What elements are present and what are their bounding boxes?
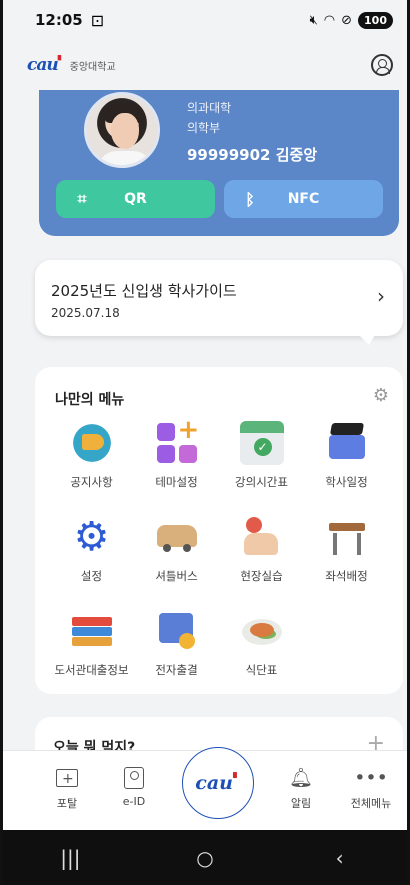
notice-date: 2025.07.18 <box>51 306 120 320</box>
menu-item-label: 셔틀버스 <box>155 569 198 583</box>
menu-item-meal[interactable]: 식단표 <box>219 605 304 691</box>
menu-item-notice[interactable]: 공지사항 <box>49 417 134 503</box>
menu-item-label: 식단표 <box>245 663 278 677</box>
desk-icon <box>325 515 369 559</box>
logo-mark: cau▘ <box>27 55 65 75</box>
my-menu-title: 나만의 메뉴 <box>55 392 125 408</box>
notice-title: 2025년도 신입생 학사가이드 <box>51 282 237 300</box>
menu-item-label: 현장실습 <box>240 569 283 583</box>
logo-mark-text: cau <box>27 55 59 75</box>
phone-screen: 12:05 ⊡ 🔇︎ ◠ ⊘ 100 cau▘ 중앙대학교 의과대학 의학부 9… <box>0 0 410 885</box>
qr-label: QR <box>124 191 147 207</box>
nfc-button[interactable]: ᛒ NFC <box>224 180 383 218</box>
menu-item-shuttle-bus[interactable]: 셔틀버스 <box>134 511 219 597</box>
speech-bubble-tail <box>359 335 375 345</box>
center-logo-mark: cau▘ <box>195 772 241 794</box>
home-circle-icon[interactable]: ○ <box>175 846 235 870</box>
theme-plus-icon <box>155 415 199 465</box>
student-id-card: 의과대학 의학부 99999902 김중앙 ⌗ QR ᛒ NFC <box>39 90 399 236</box>
qr-button[interactable]: ⌗ QR <box>56 180 215 218</box>
status-time: 12:05 <box>35 11 83 29</box>
books-icon <box>70 609 114 653</box>
gear-icon[interactable]: ⚙ <box>373 385 389 406</box>
qr-scan-icon: ⌗ <box>77 189 87 208</box>
menu-item-field-practice[interactable]: 현장실습 <box>219 511 304 597</box>
avatar-face <box>111 113 139 149</box>
college-label: 의과대학 <box>187 101 232 115</box>
avatar-shirt <box>97 151 153 165</box>
profile-icon[interactable] <box>371 54 393 76</box>
bluetooth-icon: ᛒ <box>245 189 255 209</box>
calendar-check-icon <box>239 421 284 465</box>
bus-icon <box>155 515 199 559</box>
id-card-icon <box>124 765 144 791</box>
nav-all-menu-label: 전체메뉴 <box>350 797 392 810</box>
dnd-icon: ⊘ <box>341 12 353 28</box>
nav-alarm-label: 알림 <box>290 797 312 810</box>
bottom-nav: 포탈 e-ID cau▘ 🔔︎ 알림 ••• 전체메뉴 <box>3 747 407 830</box>
menu-grid: 공지사항 테마설정 강의시간표 학사일정 ⚙설정 셔틀버스 현장실습 좌석배정 … <box>49 415 389 691</box>
wifi-icon: ◠ <box>323 12 336 28</box>
nav-portal-label: 포탈 <box>56 797 78 810</box>
portal-icon <box>56 765 78 792</box>
menu-item-label: 전자출결 <box>155 663 198 677</box>
status-right: 🔇︎ ◠ ⊘ 100 <box>309 11 393 29</box>
status-left: 12:05 ⊡ <box>35 11 104 30</box>
menu-item-label: 공지사항 <box>70 475 113 489</box>
nav-portal[interactable]: 포탈 <box>37 765 97 811</box>
menu-item-seat[interactable]: 좌석배정 <box>304 511 389 597</box>
battery-badge: 100 <box>358 11 393 29</box>
more-dots-icon: ••• <box>354 767 388 789</box>
menu-item-label: 강의시간표 <box>235 475 288 489</box>
chevron-right-icon: › <box>377 284 385 308</box>
thumbs-up-icon <box>240 515 284 559</box>
recent-apps-icon[interactable]: ||| <box>40 846 100 870</box>
menu-item-label: 학사일정 <box>325 475 368 489</box>
nav-eid[interactable]: e-ID <box>104 765 164 808</box>
megaphone-icon <box>69 421 114 465</box>
student-id-name: 99999902 김중앙 <box>187 146 318 164</box>
student-info: 의과대학 의학부 99999902 김중앙 <box>187 98 317 165</box>
department-label: 의학부 <box>187 121 221 135</box>
menu-item-label: 설정 <box>80 569 103 583</box>
nav-home-logo-button[interactable]: cau▘ <box>182 747 254 819</box>
notice-card[interactable]: 2025년도 신입생 학사가이드 2025.07.18 › <box>35 260 403 345</box>
status-bar: 12:05 ⊡ 🔇︎ ◠ ⊘ 100 <box>3 0 407 40</box>
back-chevron-icon[interactable]: ‹ <box>310 846 370 870</box>
bell-icon: 🔔︎ <box>288 767 314 789</box>
nav-all-menu[interactable]: ••• 전체메뉴 <box>341 765 401 811</box>
menu-item-theme[interactable]: 테마설정 <box>134 415 219 503</box>
graduation-cap-icon <box>325 421 369 465</box>
nfc-label: NFC <box>287 191 320 207</box>
menu-item-label: 좌석배정 <box>325 569 368 583</box>
menu-item-label: 도서관대출정보 <box>54 663 129 677</box>
nav-alarm[interactable]: 🔔︎ 알림 <box>271 765 331 811</box>
meal-bowl-icon <box>240 609 284 653</box>
my-menu-card: 나만의 메뉴 ⚙ 공지사항 테마설정 강의시간표 학사일정 ⚙ 설정 셔틀버스 현… <box>35 367 403 694</box>
center-logo-text: cau <box>195 772 233 794</box>
menu-item-academic-schedule[interactable]: 학사일정 <box>304 417 389 503</box>
nav-eid-label: e-ID <box>122 795 146 808</box>
menu-item-label: 테마설정 <box>155 475 198 489</box>
gear-icon: ⚙ <box>73 514 110 560</box>
menu-item-attendance[interactable]: 전자출결 <box>134 605 219 691</box>
university-logo[interactable]: cau▘ 중앙대학교 <box>27 55 116 75</box>
system-nav-bar: ||| ○ ‹ <box>3 830 407 885</box>
attendance-calendar-icon <box>155 609 199 653</box>
menu-item-library[interactable]: 도서관대출정보 <box>49 605 134 691</box>
university-name: 중앙대학교 <box>69 61 116 73</box>
avatar <box>84 92 160 168</box>
app-header: cau▘ 중앙대학교 <box>3 40 407 90</box>
menu-item-settings[interactable]: ⚙ 설정 <box>49 511 134 597</box>
menu-item-timetable[interactable]: 강의시간표 <box>219 417 304 503</box>
screenshot-icon: ⊡ <box>90 10 105 30</box>
mute-icon: 🔇︎ <box>309 12 318 28</box>
